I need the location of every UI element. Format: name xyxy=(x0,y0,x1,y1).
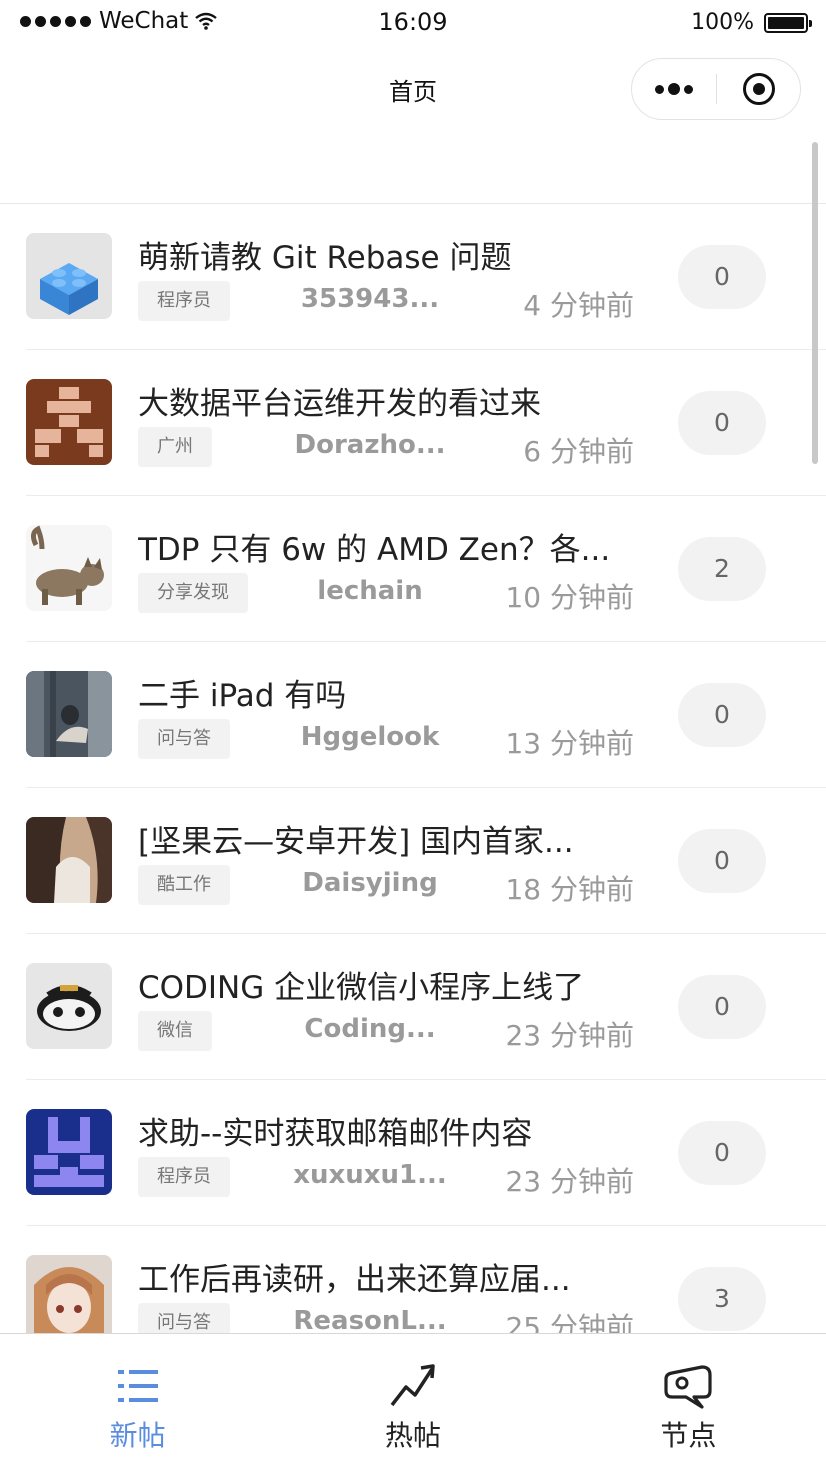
more-menu-button[interactable] xyxy=(632,59,716,119)
reply-count-badge: 0 xyxy=(678,245,766,309)
author-name[interactable]: Coding... xyxy=(270,1014,470,1044)
topic-item[interactable]: 求助--实时获取邮箱邮件内容 程序员 xuxuxu1... 23 分钟前 0 xyxy=(0,1080,826,1226)
anime-avatar xyxy=(26,1255,112,1334)
topic-title: 求助--实时获取邮箱邮件内容 xyxy=(138,1116,533,1152)
topic-title: [坚果云—安卓开发] 国内首家... xyxy=(138,824,574,860)
tab-nodes[interactable]: 节点 xyxy=(551,1334,826,1465)
portrait-avatar xyxy=(26,817,112,903)
node-tag[interactable]: 广州 xyxy=(138,427,212,467)
post-time: 4 分钟前 xyxy=(523,289,634,322)
reply-count-badge: 2 xyxy=(678,537,766,601)
node-tag[interactable]: 问与答 xyxy=(138,1303,230,1334)
topic-item[interactable]: 工作后再读研，出来还算应届... 问与答 ReasonL... 25 分钟前 3 xyxy=(0,1226,826,1334)
tab-label: 节点 xyxy=(660,1419,717,1452)
reply-count-badge: 0 xyxy=(678,1121,766,1185)
author-name[interactable]: lechain xyxy=(270,576,470,606)
battery-icon xyxy=(764,12,812,33)
tab-new-posts[interactable]: 新帖 xyxy=(0,1334,275,1465)
author-name[interactable]: Dorazho... xyxy=(270,430,470,460)
post-time: 6 分钟前 xyxy=(523,435,634,468)
reply-count-badge: 3 xyxy=(678,1267,766,1331)
reply-count-badge: 0 xyxy=(678,683,766,747)
author-name[interactable]: xuxuxu1... xyxy=(270,1160,470,1190)
topic-item[interactable]: 二手 iPad 有吗 问与答 Hggelook 13 分钟前 0 xyxy=(0,642,826,788)
post-time: 25 分钟前 xyxy=(505,1311,634,1334)
battery-percent: 100% xyxy=(691,10,754,35)
post-time: 23 分钟前 xyxy=(505,1019,634,1052)
topic-title: TDP 只有 6w 的 AMD Zen？各... xyxy=(138,532,611,568)
navigation-bar: 首页 xyxy=(0,48,826,128)
mini-program-capsule xyxy=(631,58,801,120)
tab-bar: 新帖 热帖 节点 xyxy=(0,1333,826,1465)
topic-title: 大数据平台运维开发的看过来 xyxy=(138,386,541,422)
post-time: 10 分钟前 xyxy=(505,581,634,614)
post-time: 13 分钟前 xyxy=(505,727,634,760)
author-name[interactable]: ReasonL... xyxy=(270,1306,470,1334)
topic-item[interactable]: 萌新请教 Git Rebase 问题 程序员 353943... 4 分钟前 0 xyxy=(0,204,826,350)
lego-block-avatar xyxy=(26,233,112,319)
tab-label: 新帖 xyxy=(109,1419,166,1452)
reply-count-badge: 0 xyxy=(678,975,766,1039)
topic-list[interactable]: 萌新请教 Git Rebase 问题 程序员 353943... 4 分钟前 0… xyxy=(0,203,826,1334)
pixel-identicon-avatar xyxy=(26,379,112,465)
node-tag[interactable]: 分享发现 xyxy=(138,573,248,613)
post-time: 23 分钟前 xyxy=(505,1165,634,1198)
topic-item[interactable]: TDP 只有 6w 的 AMD Zen？各... 分享发现 lechain 10… xyxy=(0,496,826,642)
trend-icon xyxy=(389,1362,437,1410)
author-name[interactable]: Hggelook xyxy=(270,722,470,752)
node-tag[interactable]: 程序员 xyxy=(138,281,230,321)
topic-title: 萌新请教 Git Rebase 问题 xyxy=(138,240,512,276)
author-name[interactable]: 353943... xyxy=(270,284,470,314)
node-tag[interactable]: 程序员 xyxy=(138,1157,230,1197)
reply-count-badge: 0 xyxy=(678,829,766,893)
pixel-identicon-avatar xyxy=(26,1109,112,1195)
topic-title: 工作后再读研，出来还算应届... xyxy=(138,1262,571,1298)
tag-icon xyxy=(664,1362,712,1410)
close-mini-program-button[interactable] xyxy=(717,59,800,119)
status-bar: WeChat 16:09 100% xyxy=(0,0,826,48)
cat-avatar xyxy=(26,525,112,611)
node-tag[interactable]: 微信 xyxy=(138,1011,212,1051)
scrollbar[interactable] xyxy=(812,142,818,464)
topic-title: CODING 企业微信小程序上线了 xyxy=(138,970,585,1006)
monkey-mascot-avatar xyxy=(26,963,112,1049)
photo-avatar xyxy=(26,671,112,757)
tab-hot-posts[interactable]: 热帖 xyxy=(275,1334,550,1465)
tab-label: 热帖 xyxy=(384,1419,441,1452)
list-icon xyxy=(114,1362,162,1410)
node-tag[interactable]: 问与答 xyxy=(138,719,230,759)
topic-item[interactable]: CODING 企业微信小程序上线了 微信 Coding... 23 分钟前 0 xyxy=(0,934,826,1080)
topic-title: 二手 iPad 有吗 xyxy=(138,678,347,714)
post-time: 18 分钟前 xyxy=(505,873,634,906)
topic-item[interactable]: 大数据平台运维开发的看过来 广州 Dorazho... 6 分钟前 0 xyxy=(0,350,826,496)
topic-item[interactable]: [坚果云—安卓开发] 国内首家... 酷工作 Daisyjing 18 分钟前 … xyxy=(0,788,826,934)
reply-count-badge: 0 xyxy=(678,391,766,455)
target-icon xyxy=(742,73,775,105)
author-name[interactable]: Daisyjing xyxy=(270,868,470,898)
node-tag[interactable]: 酷工作 xyxy=(138,865,230,905)
battery-info: 100% xyxy=(691,10,812,35)
